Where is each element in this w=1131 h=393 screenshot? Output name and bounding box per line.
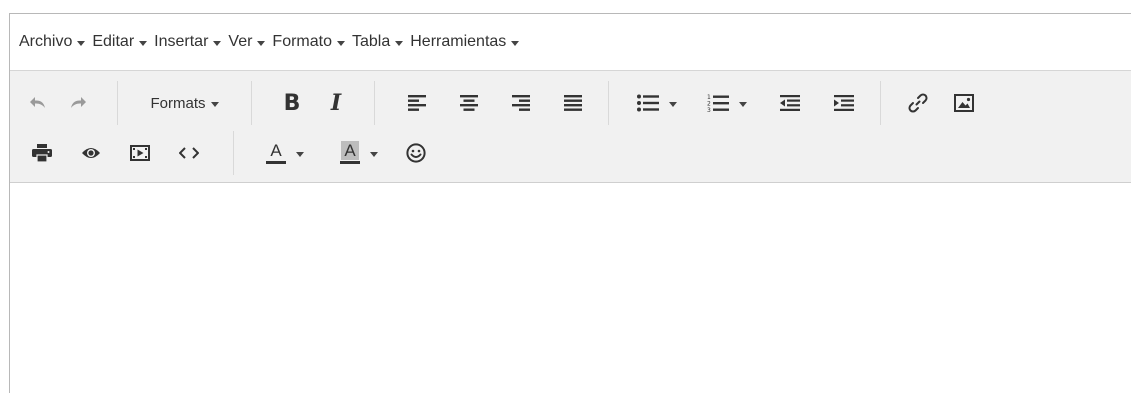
caret-down-icon <box>213 40 222 46</box>
caret-down-icon <box>739 101 747 107</box>
history-group <box>10 81 118 125</box>
alignment-group <box>379 81 609 125</box>
toolbar-row-2: A A <box>10 131 444 175</box>
text-color-button[interactable]: A <box>248 135 322 171</box>
menu-tabla[interactable]: Tabla <box>352 33 404 51</box>
list-indent-group: 1 2 3 <box>613 81 881 125</box>
bold-button[interactable]: B <box>270 85 314 121</box>
menubar: Archivo Editar Insertar Ver Formato Tabl… <box>10 14 1131 71</box>
caret-down-icon <box>210 101 219 107</box>
menu-insertar[interactable]: Insertar <box>154 33 222 51</box>
undo-button[interactable] <box>18 85 58 121</box>
numbered-list-button[interactable]: 1 2 3 <box>691 85 763 121</box>
background-color-button[interactable]: A <box>322 135 396 171</box>
toolbar: Formats B I 1 2 3 A A <box>10 71 1131 183</box>
indent-icon <box>834 95 854 111</box>
menu-formato-label: Formato <box>272 33 332 50</box>
bullet-list-button[interactable] <box>623 85 691 121</box>
redo-button[interactable] <box>58 85 98 121</box>
caret-down-icon <box>395 40 404 46</box>
align-right-button[interactable] <box>495 85 547 121</box>
source-code-button[interactable] <box>164 135 214 171</box>
link-icon <box>908 93 928 113</box>
caret-down-icon <box>370 151 378 157</box>
caret-down-icon <box>139 40 148 46</box>
editor-content-area[interactable] <box>10 183 1131 393</box>
formats-dropdown[interactable]: Formats <box>144 85 224 121</box>
menu-tabla-label: Tabla <box>352 33 391 50</box>
print-button[interactable] <box>18 135 66 171</box>
menu-editar-label: Editar <box>92 33 135 50</box>
italic-button[interactable]: I <box>314 85 358 121</box>
print-icon <box>32 144 52 162</box>
insert-link-button[interactable] <box>895 85 941 121</box>
align-left-icon <box>408 95 426 111</box>
background-color-icon: A <box>340 141 360 164</box>
caret-down-icon <box>257 40 266 46</box>
numbered-list-icon: 1 2 3 <box>707 94 729 113</box>
align-justify-button[interactable] <box>547 85 599 121</box>
menu-archivo[interactable]: Archivo <box>19 33 86 51</box>
rich-text-editor: Archivo Editar Insertar Ver Formato Tabl… <box>9 13 1131 393</box>
undo-icon <box>30 97 45 108</box>
background-color-swatch <box>340 161 360 164</box>
caret-down-icon <box>77 40 86 46</box>
caret-down-icon <box>669 101 677 107</box>
menu-ver-label: Ver <box>228 33 253 50</box>
indent-button[interactable] <box>817 85 871 121</box>
color-group: A A <box>238 131 440 175</box>
code-icon <box>179 147 199 159</box>
menu-insertar-label: Insertar <box>154 33 209 50</box>
menu-herramientas-label: Herramientas <box>410 33 507 50</box>
formats-label: Formats <box>150 94 206 112</box>
bullet-list-icon <box>637 94 659 112</box>
text-color-icon: A <box>266 142 286 164</box>
image-icon <box>954 94 974 112</box>
menu-ver[interactable]: Ver <box>228 33 266 51</box>
menu-archivo-label: Archivo <box>19 33 73 50</box>
toolbar-row-1: Formats B I 1 2 3 <box>10 81 995 125</box>
emoticons-button[interactable] <box>396 135 436 171</box>
caret-down-icon <box>511 40 520 46</box>
outdent-button[interactable] <box>763 85 817 121</box>
background-color-letter: A <box>341 141 359 160</box>
preview-button[interactable] <box>66 135 116 171</box>
insert-image-button[interactable] <box>941 85 987 121</box>
align-center-icon <box>460 95 478 111</box>
menu-formato[interactable]: Formato <box>272 33 345 51</box>
caret-down-icon <box>337 40 345 46</box>
align-justify-icon <box>564 95 582 111</box>
caret-down-icon <box>296 151 304 157</box>
svg-text:3: 3 <box>707 107 711 113</box>
outdent-icon <box>780 95 800 111</box>
media-icon <box>130 145 150 161</box>
tools-group <box>10 131 234 175</box>
insert-group <box>885 81 991 125</box>
text-color-letter: A <box>270 141 282 160</box>
text-color-swatch <box>266 161 286 164</box>
redo-icon <box>71 97 86 108</box>
eye-icon <box>82 148 100 158</box>
formats-group: Formats <box>122 81 252 125</box>
menu-editar[interactable]: Editar <box>92 33 148 51</box>
smiley-icon <box>406 143 426 163</box>
align-left-button[interactable] <box>391 85 443 121</box>
align-right-icon <box>512 95 530 111</box>
menu-herramientas[interactable]: Herramientas <box>410 33 520 51</box>
text-style-group: B I <box>256 81 375 125</box>
align-center-button[interactable] <box>443 85 495 121</box>
media-button[interactable] <box>116 135 164 171</box>
